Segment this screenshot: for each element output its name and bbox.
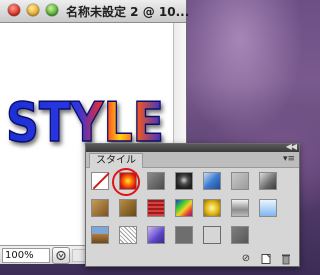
close-button[interactable] — [8, 4, 20, 16]
flat-gray-style[interactable] — [175, 226, 193, 244]
minimize-button[interactable] — [27, 4, 39, 16]
status-menu-button[interactable] — [52, 247, 70, 264]
gold-style[interactable] — [203, 199, 221, 217]
window-titlebar[interactable]: 名称未設定 2 @ 10... — [0, 0, 190, 23]
multicolor-style[interactable] — [175, 199, 193, 217]
styles-panel: ◀◀ スタイル ▾≡ ⊘ — [85, 142, 300, 267]
delete-style-icon[interactable] — [280, 253, 292, 265]
pattern-style[interactable] — [119, 226, 137, 244]
document-title: 名称未設定 2 @ 10... — [66, 5, 190, 19]
red-stripe-style[interactable] — [147, 199, 165, 217]
zoom-level-field[interactable]: 100% — [2, 248, 50, 263]
panel-tab-bar: スタイル ▾≡ — [86, 152, 299, 168]
panel-bottom-bar: ⊘ — [86, 252, 299, 266]
collapse-panel-icon[interactable]: ◀◀ — [286, 142, 297, 151]
new-style-icon[interactable] — [260, 253, 272, 265]
clear-style-icon[interactable]: ⊘ — [240, 253, 252, 265]
gray-bevel-style[interactable] — [147, 172, 165, 190]
steel-style[interactable] — [231, 199, 249, 217]
wood-style[interactable] — [91, 199, 109, 217]
blue-fold-style[interactable] — [203, 172, 221, 190]
panel-drag-bar[interactable]: ◀◀ — [86, 142, 299, 152]
sky-blue-style[interactable] — [259, 199, 277, 217]
trash-icon — [282, 254, 290, 265]
brown-style[interactable] — [119, 199, 137, 217]
new-page-icon — [261, 254, 271, 264]
status-menu-icon — [56, 250, 66, 261]
zoom-button[interactable] — [46, 4, 58, 16]
light-gray-style[interactable] — [231, 172, 249, 190]
default-style-none[interactable] — [91, 172, 109, 190]
outline-style[interactable] — [203, 226, 221, 244]
tab-styles[interactable]: スタイル — [89, 153, 143, 168]
gray-shade-style[interactable] — [259, 172, 277, 190]
panel-menu-icon[interactable]: ▾≡ — [283, 154, 295, 164]
mid-gray-style[interactable] — [231, 226, 249, 244]
landscape-style[interactable] — [91, 226, 109, 244]
selected-style-highlight — [112, 168, 140, 196]
dark-button-style[interactable] — [175, 172, 193, 190]
purple-bevel-style[interactable] — [147, 226, 165, 244]
